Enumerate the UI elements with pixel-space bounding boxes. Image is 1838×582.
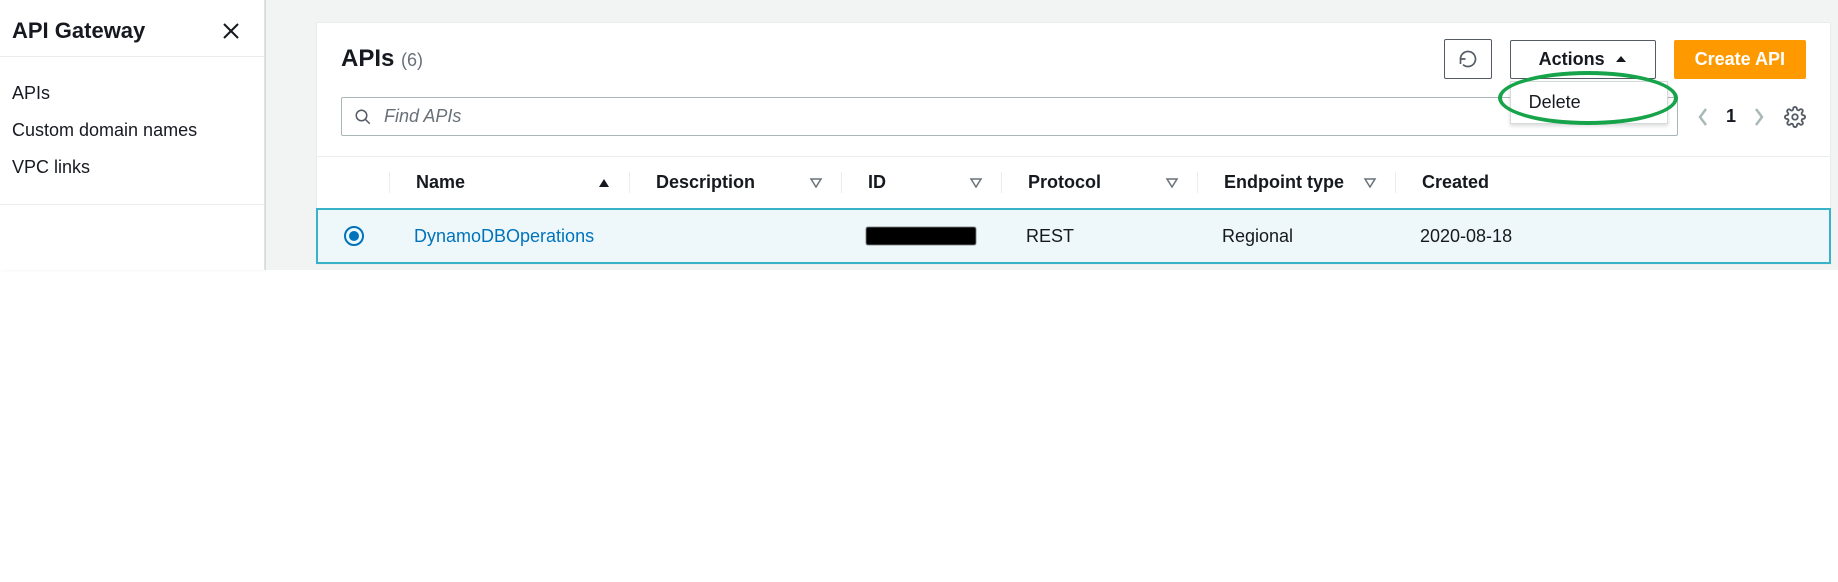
dropdown-item-delete[interactable]: Delete <box>1511 82 1667 123</box>
col-created[interactable]: Created <box>1395 172 1830 193</box>
table-row[interactable]: DynamoDBOperations REST Regional 2020-08… <box>316 208 1831 264</box>
col-protocol-label: Protocol <box>1028 172 1101 193</box>
col-protocol[interactable]: Protocol <box>1001 172 1197 193</box>
panel-title-text: APIs <box>341 45 394 72</box>
sidebar-header: API Gateway <box>0 0 264 57</box>
col-endpoint-label: Endpoint type <box>1224 172 1344 193</box>
pager-prev-button[interactable] <box>1696 107 1710 127</box>
row-id <box>842 227 1002 245</box>
sidebar-item-vpc-links[interactable]: VPC links <box>12 149 252 186</box>
panel-header: APIs (6) Actions Create API Delete <box>317 23 1830 79</box>
radio-selected-icon[interactable] <box>344 226 364 246</box>
col-id[interactable]: ID <box>841 172 1001 193</box>
col-endpoint[interactable]: Endpoint type <box>1197 172 1395 193</box>
col-name[interactable]: Name <box>389 172 629 193</box>
table-header: Name Description ID Protocol Endpoint ty… <box>317 157 1830 209</box>
sidebar-item-custom-domains[interactable]: Custom domain names <box>12 112 252 149</box>
sidebar-nav: APIs Custom domain names VPC links <box>0 57 264 205</box>
create-api-button[interactable]: Create API <box>1674 40 1806 79</box>
actions-label: Actions <box>1539 49 1605 70</box>
close-icon[interactable] <box>218 18 244 44</box>
main-content: APIs (6) Actions Create API Delete <box>265 0 1838 270</box>
settings-button[interactable] <box>1784 106 1806 128</box>
search-input[interactable] <box>384 106 1665 127</box>
sort-icon <box>809 177 823 189</box>
panel-count: (6) <box>401 50 423 70</box>
sort-icon <box>1363 177 1377 189</box>
sidebar-item-apis[interactable]: APIs <box>12 75 252 112</box>
api-name-link[interactable]: DynamoDBOperations <box>414 226 594 247</box>
pager: 1 <box>1696 106 1766 127</box>
caret-up-icon <box>1615 53 1627 65</box>
panel-actions: Actions Create API Delete <box>1444 39 1806 79</box>
sort-asc-icon <box>597 177 611 189</box>
search-icon <box>354 108 372 126</box>
col-description-label: Description <box>656 172 755 193</box>
actions-button[interactable]: Actions <box>1510 40 1656 79</box>
row-endpoint: Regional <box>1198 226 1396 247</box>
refresh-icon <box>1458 49 1478 69</box>
sort-icon <box>1165 177 1179 189</box>
apis-panel: APIs (6) Actions Create API Delete <box>316 22 1831 264</box>
col-created-label: Created <box>1422 172 1489 193</box>
sidebar-title: API Gateway <box>12 18 145 44</box>
row-protocol: REST <box>1002 226 1198 247</box>
chevron-right-icon <box>1752 107 1766 127</box>
row-select[interactable] <box>318 226 390 246</box>
redacted-id <box>866 227 976 245</box>
search-box[interactable] <box>341 97 1678 136</box>
gear-icon <box>1784 106 1806 128</box>
sidebar: API Gateway APIs Custom domain names VPC… <box>0 0 265 270</box>
col-name-label: Name <box>416 172 465 193</box>
pager-next-button[interactable] <box>1752 107 1766 127</box>
row-name: DynamoDBOperations <box>390 226 630 247</box>
pager-page-number: 1 <box>1726 106 1736 127</box>
col-id-label: ID <box>868 172 886 193</box>
chevron-left-icon <box>1696 107 1710 127</box>
panel-title: APIs (6) <box>341 45 423 73</box>
refresh-button[interactable] <box>1444 39 1492 79</box>
create-api-label: Create API <box>1695 49 1785 70</box>
sort-icon <box>969 177 983 189</box>
apis-table: Name Description ID Protocol Endpoint ty… <box>317 156 1830 264</box>
row-created: 2020-08-18 <box>1396 226 1829 247</box>
col-description[interactable]: Description <box>629 172 841 193</box>
actions-dropdown: Delete <box>1510 81 1668 124</box>
